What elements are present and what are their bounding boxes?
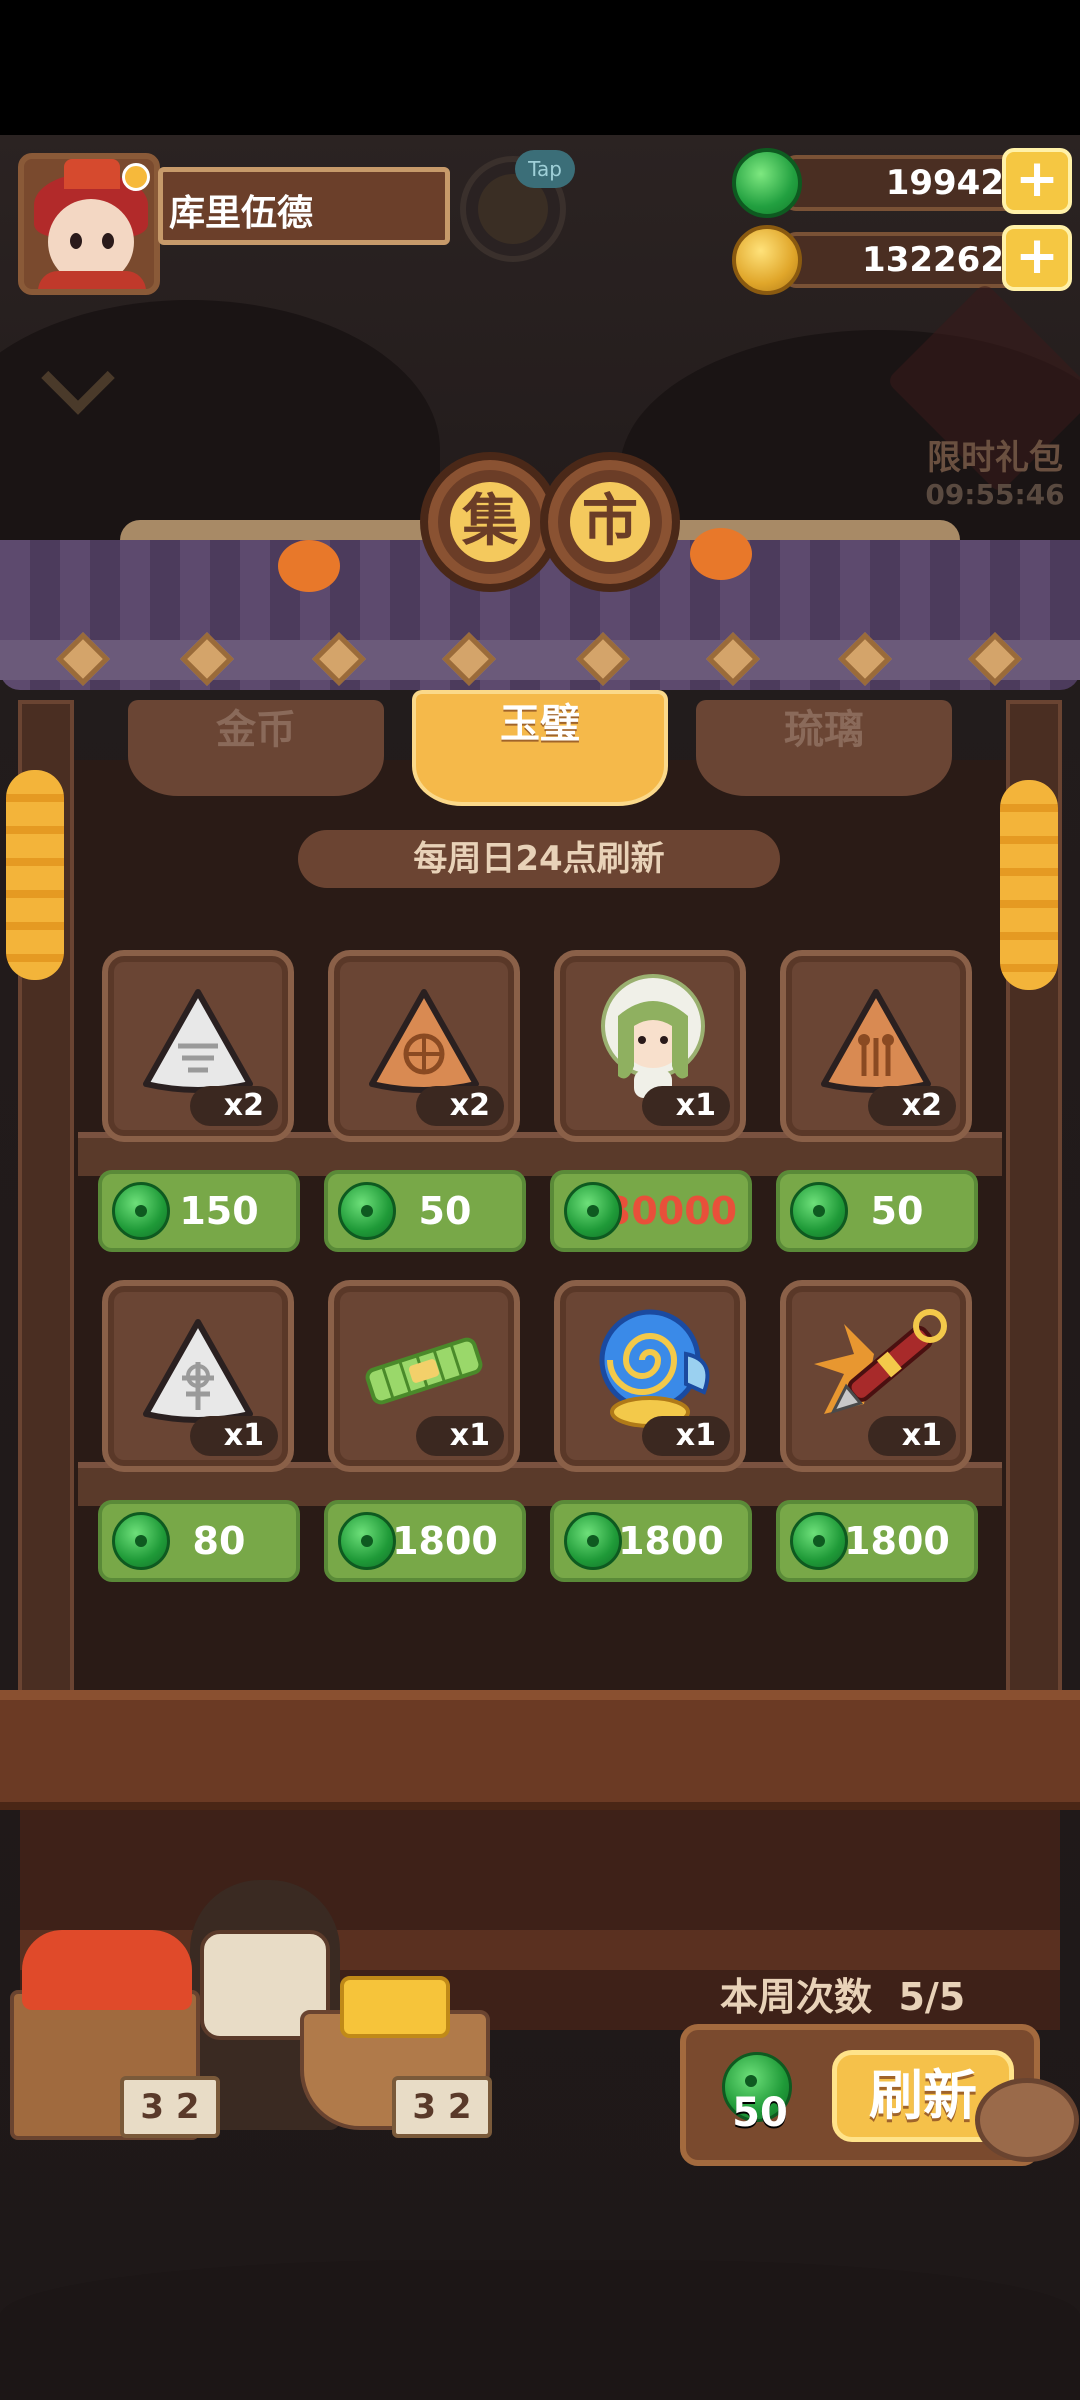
persimmon-icon [278, 540, 340, 592]
tab-glaze[interactable]: 琉璃 [696, 700, 952, 796]
buy-button[interactable]: 1800 [776, 1500, 978, 1582]
jade-coin-icon [732, 148, 802, 218]
shop-item[interactable]: x2 [328, 950, 520, 1142]
jade-coin-icon [564, 1182, 622, 1240]
item-quantity: x1 [190, 1416, 278, 1456]
shop-item[interactable]: x1 [780, 1280, 972, 1472]
white-triangle-token-icon [143, 989, 253, 1093]
gift-timer: 09:55:46 [925, 478, 1065, 511]
persimmon-icon [690, 528, 752, 580]
buy-button[interactable]: 1800 [550, 1500, 752, 1582]
price-sign: 3 2 [120, 2076, 220, 2138]
jade-coin-icon [112, 1182, 170, 1240]
corn-icon [1000, 780, 1058, 990]
player-name[interactable]: 库里伍德 [158, 167, 450, 245]
jade-coin-icon [338, 1512, 396, 1570]
price-sign: 3 2 [392, 2076, 492, 2138]
title-badge: 市 [540, 452, 680, 592]
buy-button[interactable]: 50 [776, 1170, 978, 1252]
buy-button[interactable]: 50 [324, 1170, 526, 1252]
gift-label[interactable]: 限时礼包 [915, 430, 1075, 479]
jade-ruler-icon [365, 1337, 483, 1405]
gold-coin-icon [732, 225, 802, 295]
player-avatar[interactable] [18, 153, 160, 295]
shop-item[interactable]: x2 [102, 950, 294, 1142]
jade-coin-icon [112, 1512, 170, 1570]
refresh-notice: 每周日24点刷新 [298, 830, 780, 888]
orange-triangle-token-icon [369, 989, 479, 1093]
item-quantity: x1 [868, 1416, 956, 1456]
refresh-cost: 50 [732, 2090, 788, 2136]
buy-button[interactable]: 150 [98, 1170, 300, 1252]
add-jade-button[interactable]: + [1002, 148, 1072, 214]
weekly-refresh-count: 本周次数 5/5 [720, 1975, 966, 2019]
flame-icon [122, 163, 150, 191]
buy-button[interactable]: 30000 [550, 1170, 752, 1252]
white-triangle-token-icon [143, 1319, 253, 1423]
corn-icon [6, 770, 64, 980]
item-quantity: x2 [416, 1086, 504, 1126]
item-quantity: x2 [868, 1086, 956, 1126]
game-screen: { "player": {"name": "库里伍德"}, "tap_badge… [0, 0, 1080, 2400]
jade-coin-icon [338, 1182, 396, 1240]
item-quantity: x1 [416, 1416, 504, 1456]
jade-coin-icon [790, 1512, 848, 1570]
gold-ingot-icon [340, 1976, 450, 2038]
character-girl-icon [601, 974, 705, 1098]
jade-coin-icon [790, 1182, 848, 1240]
tab-gold[interactable]: 金币 [128, 700, 384, 796]
item-quantity: x2 [190, 1086, 278, 1126]
tab-jade[interactable]: 玉璧 [412, 690, 668, 806]
shop-item[interactable]: x1 [102, 1280, 294, 1472]
cat-mascot-icon [975, 2078, 1079, 2162]
add-gold-button[interactable]: + [1002, 225, 1072, 291]
shop-item[interactable]: x1 [328, 1280, 520, 1472]
brush-pen-icon [814, 1309, 947, 1414]
item-quantity: x1 [642, 1416, 730, 1456]
fruit-pile-icon [22, 1930, 192, 2010]
shop-item[interactable]: x1 [554, 950, 746, 1142]
shop-counter [0, 1690, 1080, 1810]
buy-button[interactable]: 80 [98, 1500, 300, 1582]
shop-item[interactable]: x1 [554, 1280, 746, 1472]
tap-badge: Tap [515, 150, 575, 188]
item-quantity: x1 [642, 1086, 730, 1126]
jade-coin-icon [564, 1512, 622, 1570]
title-badge: 集 [420, 452, 560, 592]
background-ground [0, 2260, 1080, 2400]
buy-button[interactable]: 1800 [324, 1500, 526, 1582]
orange-triangle-token-icon [821, 989, 931, 1093]
shop-item[interactable]: x2 [780, 950, 972, 1142]
roof-edge [0, 640, 1080, 680]
